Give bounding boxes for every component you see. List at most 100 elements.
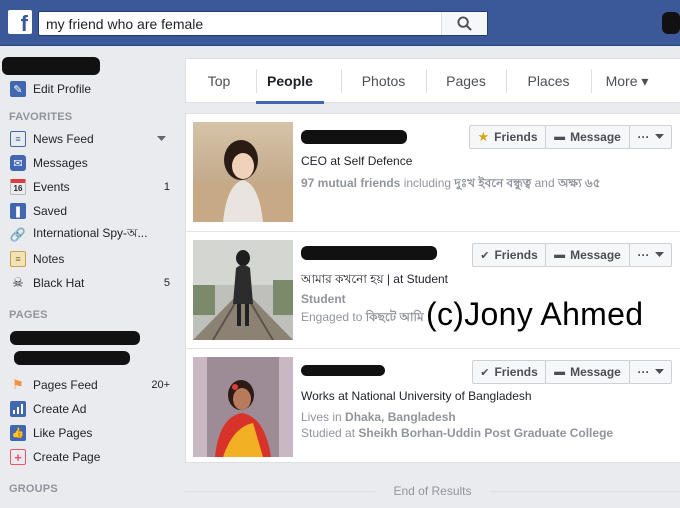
mutual-friends-line: 97 mutual friends including দুঃখ ইবনে বন… <box>301 175 601 195</box>
facebook-logo-icon[interactable]: f <box>8 10 32 34</box>
sidebar-item-black-hat[interactable]: ☠ Black Hat 5 <box>10 273 170 293</box>
sidebar-item-news-feed[interactable]: ≡ News Feed <box>10 129 170 149</box>
search-input[interactable] <box>39 12 441 35</box>
tab-more[interactable]: More ▾ <box>591 59 663 103</box>
tab-top[interactable]: Top <box>186 59 252 103</box>
result-work-line: আমার কখনো হয় | at Student <box>301 272 449 286</box>
news-feed-icon: ≡ <box>10 131 26 147</box>
redacted-name-scribble <box>301 365 385 376</box>
events-count-badge: 1 <box>163 181 170 193</box>
school-name[interactable]: Sheikh Borhan-Uddin Post Graduate Colleg… <box>358 426 613 440</box>
sidebar-item-pages-feed[interactable]: ⚑ Pages Feed 20+ <box>10 375 170 395</box>
sidebar-item-messages[interactable]: ✉ Messages <box>10 153 170 173</box>
check-icon: ✔ <box>480 366 490 379</box>
redacted-profile-scribble <box>662 12 680 34</box>
pages-header: PAGES <box>9 309 48 321</box>
more-dots-label: ··· <box>637 365 650 379</box>
black-hat-count-badge: 5 <box>163 277 170 289</box>
friends-button[interactable]: ✔ Friends <box>472 360 546 384</box>
sidebar-item-label: Like Pages <box>33 426 93 440</box>
friends-button[interactable]: ✔ Friends <box>472 243 546 267</box>
skull-icon: ☠ <box>12 275 24 290</box>
mutual-friends-count[interactable]: 97 mutual friends <box>301 176 400 190</box>
end-of-results-row: End of Results <box>185 481 680 501</box>
message-button[interactable]: ▬ Message <box>545 125 630 149</box>
message-button[interactable]: ▬ Message <box>545 243 630 267</box>
sidebar-item-notes[interactable]: ≡ Notes <box>10 249 170 269</box>
result-study-line: Studied at Sheikh Borhan-Uddin Post Grad… <box>301 426 613 440</box>
more-options-button[interactable]: ··· <box>629 125 672 149</box>
friends-button-label: Friends <box>494 130 538 144</box>
left-sidebar: ✎ Edit Profile FAVORITES ≡ News Feed ✉ M… <box>0 47 178 508</box>
like-thumb-icon: 👍 <box>10 425 26 441</box>
sidebar-item-label: International Spy-অ... <box>33 226 148 240</box>
sidebar-item-label: News Feed <box>33 132 94 146</box>
message-button-label: Message <box>570 365 621 379</box>
result-work-line[interactable]: Works at National University of Banglade… <box>301 389 532 403</box>
redacted-username-scribble <box>2 57 100 75</box>
link-icon: 🔗 <box>9 227 27 242</box>
tab-pages[interactable]: Pages <box>426 59 506 103</box>
search-icon <box>457 16 472 31</box>
redacted-page-scribble <box>10 331 140 345</box>
groups-header: GROUPS <box>9 483 58 495</box>
search-filter-tabs: Top People Photos Pages Places More ▾ <box>185 58 680 104</box>
tab-photos[interactable]: Photos <box>341 59 426 103</box>
sidebar-item-label: Pages Feed <box>33 378 98 392</box>
sidebar-item-label: Black Hat <box>33 276 85 290</box>
sidebar-item-label: Create Page <box>33 450 101 464</box>
search-button[interactable] <box>441 12 487 35</box>
location-name[interactable]: Dhaka, Bangladesh <box>345 410 456 424</box>
result-relationship-line: Engaged to কিছটে আমি <box>301 309 424 329</box>
sidebar-item-create-page[interactable]: + Create Page <box>10 447 170 467</box>
favorites-header: FAVORITES <box>9 111 73 123</box>
mutual-friend-name[interactable]: অক্ষ্য ৬৫ <box>558 176 601 190</box>
sidebar-item-label: Create Ad <box>33 402 87 416</box>
tab-places[interactable]: Places <box>506 59 591 103</box>
search-box <box>38 11 488 36</box>
more-options-button[interactable]: ··· <box>629 360 672 384</box>
redacted-name-scribble <box>301 130 407 144</box>
sidebar-item-events[interactable]: 16 Events 1 <box>10 177 170 197</box>
chevron-down-icon <box>654 369 664 374</box>
relationship-partner-name[interactable]: কিছটে আমি <box>366 310 424 324</box>
sidebar-item-create-ad[interactable]: Create Ad <box>10 399 170 419</box>
relationship-prefix: Engaged to <box>301 310 366 324</box>
create-ad-chart-icon <box>10 401 26 417</box>
profile-photo[interactable] <box>193 240 293 340</box>
message-icon: ▬ <box>554 131 566 143</box>
pages-feed-flag-icon: ⚑ <box>12 377 24 392</box>
tab-people[interactable]: People <box>256 59 324 104</box>
sidebar-item-like-pages[interactable]: 👍 Like Pages <box>10 423 170 443</box>
friends-button[interactable]: ★ Friends <box>469 125 546 149</box>
pages-feed-count-badge: 20+ <box>151 379 170 391</box>
message-button-label: Message <box>570 248 621 262</box>
result-location-line: Lives in Dhaka, Bangladesh <box>301 410 456 424</box>
redacted-page-scribble <box>14 351 130 365</box>
sidebar-item-saved[interactable]: ❚ Saved <box>10 201 170 221</box>
message-icon: ▬ <box>554 249 566 261</box>
result-work-line: CEO at Self Defence <box>301 154 413 168</box>
sidebar-item-international-spy[interactable]: 🔗 International Spy-অ... <box>10 225 170 245</box>
sidebar-item-label: Saved <box>33 204 68 218</box>
message-icon: ▬ <box>554 366 566 378</box>
chevron-down-icon <box>654 252 664 257</box>
more-dots-label: ··· <box>637 248 650 262</box>
mutual-friend-name[interactable]: দুঃখ ইবনে বন্ধুত্ব <box>454 176 531 190</box>
profile-photo[interactable] <box>193 357 293 457</box>
top-navigation-bar: f <box>0 0 680 46</box>
notes-icon: ≡ <box>10 251 26 267</box>
chevron-down-icon[interactable] <box>157 136 166 142</box>
friends-button-label: Friends <box>494 248 538 262</box>
pencil-edit-icon: ✎ <box>10 81 26 97</box>
more-options-button[interactable]: ··· <box>629 243 672 267</box>
sidebar-item-label: Messages <box>33 156 88 170</box>
divider-line <box>490 491 680 492</box>
friends-button-label: Friends <box>494 365 538 379</box>
edit-profile-link[interactable]: ✎ Edit Profile <box>10 79 170 99</box>
profile-photo[interactable] <box>193 122 293 222</box>
check-icon: ✔ <box>480 249 490 262</box>
message-button[interactable]: ▬ Message <box>545 360 630 384</box>
sidebar-item-label: Notes <box>33 252 65 266</box>
events-calendar-icon: 16 <box>10 179 26 195</box>
